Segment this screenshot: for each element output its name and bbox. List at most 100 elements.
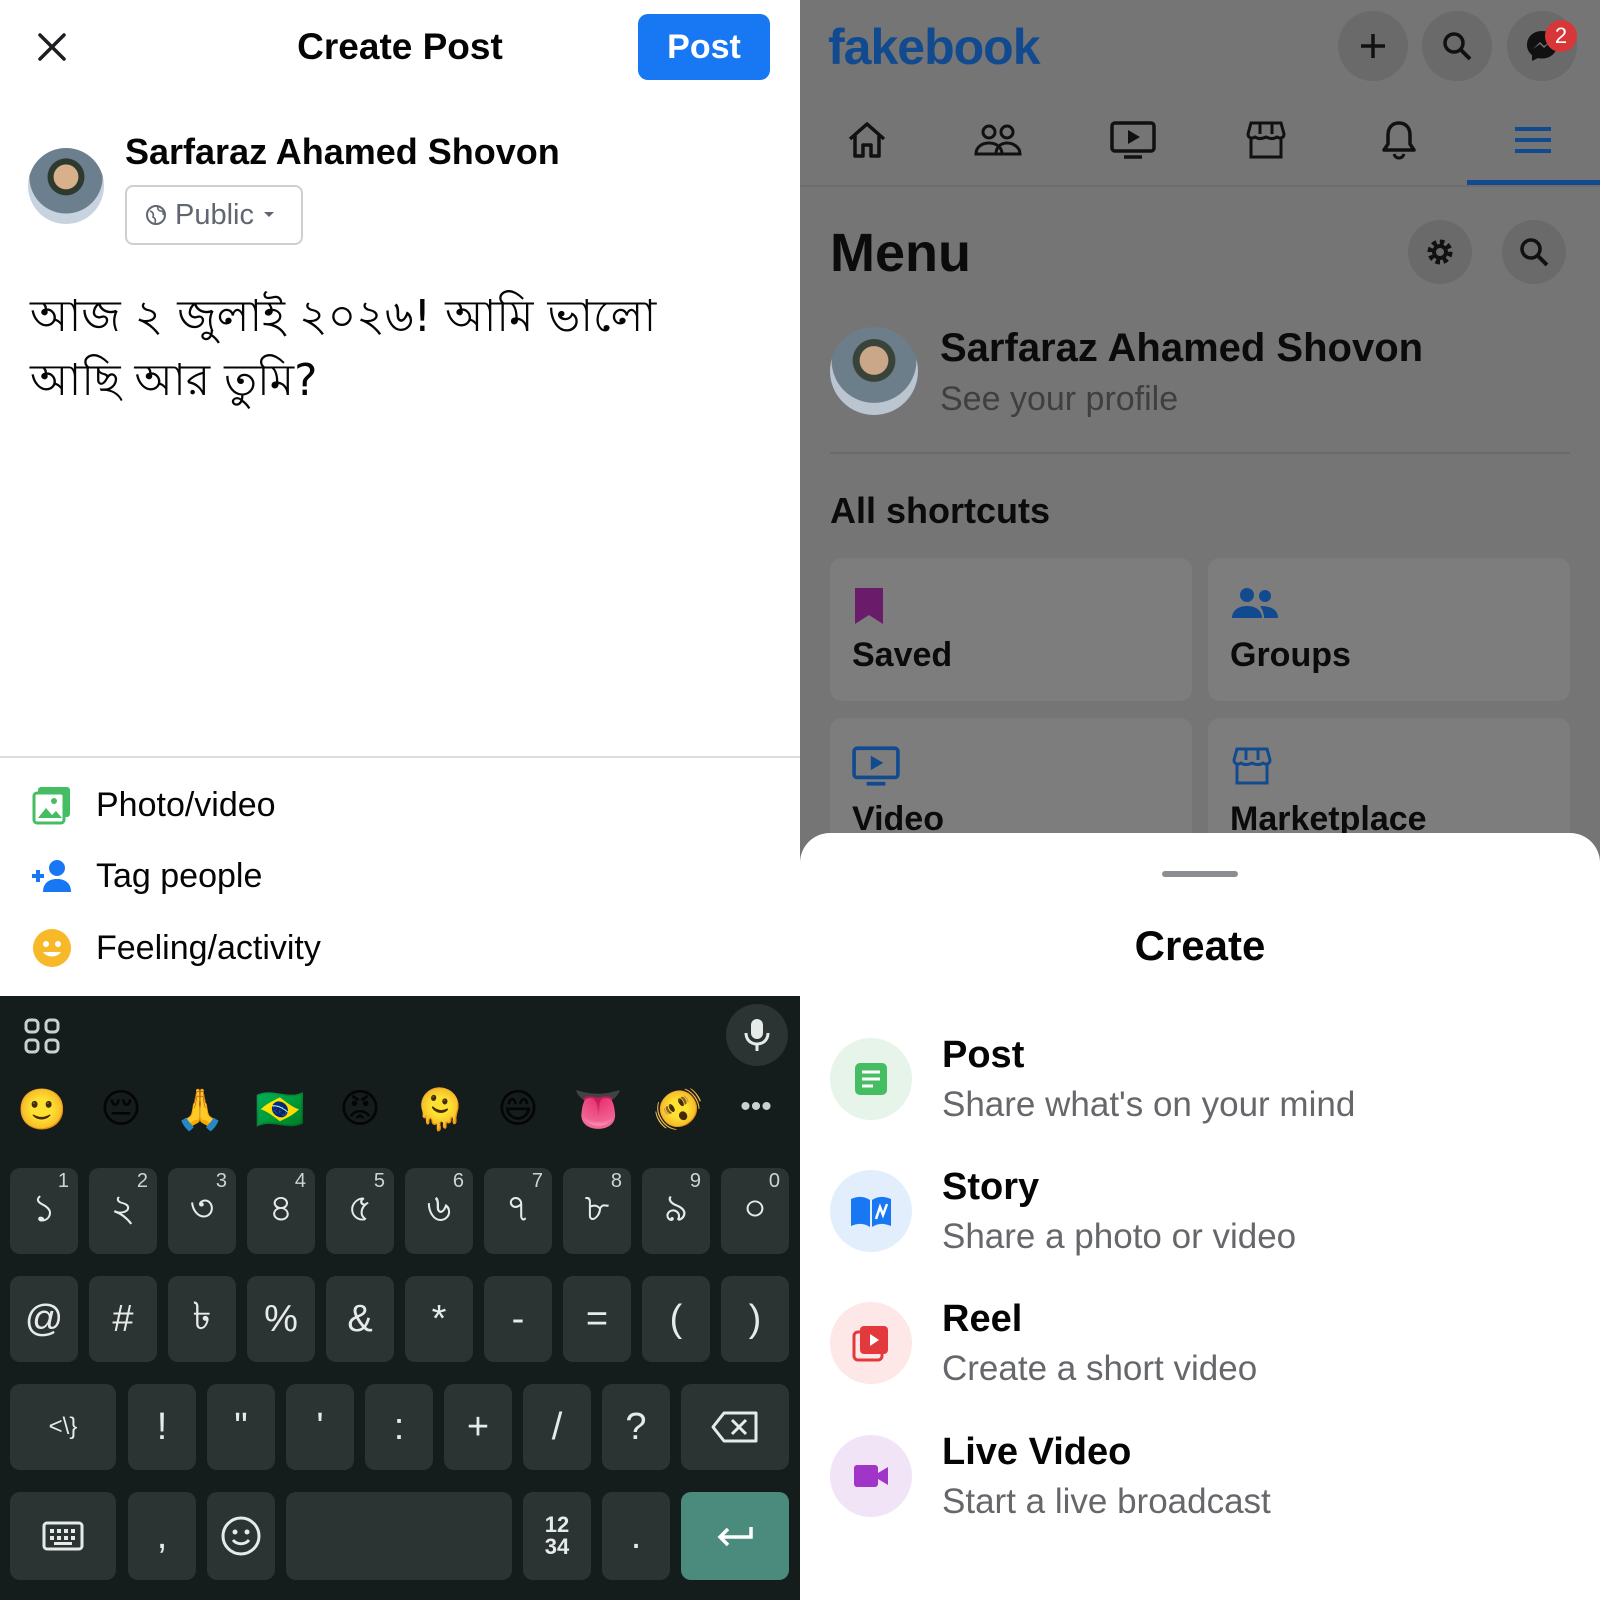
key[interactable]: ' — [286, 1384, 354, 1470]
create-post-option[interactable]: Post Share what's on your mind — [830, 1024, 1570, 1134]
menu-search-button[interactable] — [1502, 220, 1566, 284]
emoji-suggestion[interactable]: 😄 — [488, 1086, 548, 1132]
create-reel-option[interactable]: Reel Create a short video — [830, 1288, 1570, 1398]
post-text-input[interactable]: আজ ২ জুলাই ২০২৬! আমি ভালো আছি আর তুমি? — [30, 285, 750, 413]
create-button[interactable] — [1338, 11, 1408, 81]
enter-key[interactable] — [681, 1492, 789, 1580]
key[interactable]: & — [326, 1276, 394, 1362]
option-subtitle: Create a short video — [942, 1348, 1258, 1388]
avatar[interactable] — [28, 148, 104, 224]
emoji-suggestion[interactable]: 🙏 — [170, 1086, 230, 1133]
more-emoji-button[interactable]: ••• — [726, 1090, 786, 1124]
bookmark-icon — [855, 588, 883, 624]
video-icon — [852, 746, 900, 786]
voice-input-button[interactable] — [726, 1004, 788, 1066]
shortcut-saved[interactable]: Saved — [830, 558, 1192, 701]
shortcut-label: Saved — [852, 636, 953, 674]
key[interactable]: ৩3 — [168, 1168, 236, 1254]
key[interactable]: ৳ — [168, 1276, 236, 1362]
tag-people-button[interactable]: Tag people — [30, 846, 262, 906]
emoji-suggestion[interactable]: 🫠 — [410, 1086, 470, 1133]
key[interactable]: ৬6 — [405, 1168, 473, 1254]
key[interactable]: @ — [10, 1276, 78, 1362]
nav-friends[interactable] — [958, 112, 1038, 168]
audience-label: Public — [175, 198, 254, 231]
key[interactable]: " — [207, 1384, 275, 1470]
post-icon — [830, 1038, 912, 1120]
nav-notifications[interactable] — [1359, 112, 1439, 168]
profile-name[interactable]: Sarfaraz Ahamed Shovon — [940, 326, 1423, 371]
key[interactable]: ৮8 — [563, 1168, 631, 1254]
post-text-line: আছি আর তুমি? — [30, 355, 318, 406]
key[interactable]: ! — [128, 1384, 196, 1470]
more-symbols-key[interactable]: <\} — [10, 1384, 116, 1470]
create-live-video-option[interactable]: Live Video Start a live broadcast — [830, 1421, 1570, 1531]
backspace-key[interactable] — [681, 1384, 789, 1470]
sheet-drag-handle[interactable] — [1162, 871, 1238, 877]
numbers-key[interactable]: 12 34 — [523, 1492, 591, 1580]
nav-home[interactable] — [827, 112, 907, 168]
key[interactable]: ০0 — [721, 1168, 789, 1254]
search-button[interactable] — [1422, 11, 1492, 81]
active-tab-indicator — [1467, 180, 1600, 185]
backspace-icon — [711, 1411, 758, 1443]
emoji-key[interactable] — [207, 1492, 275, 1580]
key[interactable]: ৯9 — [642, 1168, 710, 1254]
search-icon — [1520, 238, 1549, 267]
key[interactable]: ) — [721, 1276, 789, 1362]
option-subtitle: Start a live broadcast — [942, 1481, 1271, 1521]
key[interactable]: + — [444, 1384, 512, 1470]
story-icon — [830, 1170, 912, 1252]
shortcut-groups[interactable]: Groups — [1208, 558, 1570, 701]
key[interactable]: / — [523, 1384, 591, 1470]
key[interactable]: : — [365, 1384, 433, 1470]
post-text-line: আজ ২ জুলাই ২০২৬! আমি ভালো — [30, 291, 657, 342]
divider — [0, 756, 800, 758]
emoji-icon — [221, 1516, 261, 1556]
emoji-suggestion[interactable]: 😡 — [330, 1086, 390, 1132]
divider — [830, 452, 1570, 454]
post-button[interactable]: Post — [638, 14, 770, 80]
photo-icon — [30, 783, 74, 827]
apps-grid-icon[interactable] — [22, 1016, 62, 1056]
option-title: Reel — [942, 1297, 1023, 1340]
period-key[interactable]: . — [602, 1492, 670, 1580]
key[interactable]: - — [484, 1276, 552, 1362]
key[interactable]: ? — [602, 1384, 670, 1470]
key[interactable]: ৫5 — [326, 1168, 394, 1254]
space-key[interactable] — [286, 1492, 512, 1580]
nav-marketplace[interactable] — [1226, 112, 1306, 168]
profile-subtitle: See your profile — [940, 380, 1179, 418]
shortcut-video[interactable]: Video — [830, 718, 1192, 848]
key[interactable]: * — [405, 1276, 473, 1362]
emoji-suggestion[interactable]: 🙂 — [12, 1086, 72, 1133]
key[interactable]: ৪4 — [247, 1168, 315, 1254]
app-logo: fakebook — [828, 19, 1041, 75]
keyboard-switch-key[interactable] — [10, 1492, 116, 1580]
key[interactable]: ১1 — [10, 1168, 78, 1254]
emoji-suggestion[interactable]: 🇧🇷 — [250, 1086, 310, 1133]
nav-video[interactable] — [1093, 112, 1173, 168]
emoji-suggestion[interactable]: 😔 — [91, 1086, 151, 1132]
key[interactable]: ( — [642, 1276, 710, 1362]
create-story-option[interactable]: Story Share a photo or video — [830, 1156, 1570, 1266]
nav-menu[interactable] — [1493, 112, 1573, 168]
shortcut-label: Groups — [1230, 636, 1351, 674]
emoji-suggestion[interactable]: 👅 — [568, 1086, 628, 1133]
profile-avatar[interactable] — [830, 327, 918, 415]
key[interactable]: % — [247, 1276, 315, 1362]
emoji-suggestion[interactable]: 🫨 — [648, 1086, 708, 1133]
option-title: Post — [942, 1033, 1025, 1076]
comma-key[interactable]: , — [128, 1492, 196, 1580]
reel-icon — [830, 1302, 912, 1384]
photo-video-button[interactable]: Photo/video — [30, 775, 276, 835]
option-subtitle: Share what's on your mind — [942, 1084, 1356, 1124]
shortcut-marketplace[interactable]: Marketplace — [1208, 718, 1570, 848]
key[interactable]: ৭7 — [484, 1168, 552, 1254]
feeling-activity-button[interactable]: Feeling/activity — [30, 918, 321, 978]
settings-button[interactable] — [1408, 220, 1472, 284]
key[interactable]: = — [563, 1276, 631, 1362]
audience-selector[interactable]: Public — [125, 185, 303, 245]
key[interactable]: # — [89, 1276, 157, 1362]
key[interactable]: ২2 — [89, 1168, 157, 1254]
